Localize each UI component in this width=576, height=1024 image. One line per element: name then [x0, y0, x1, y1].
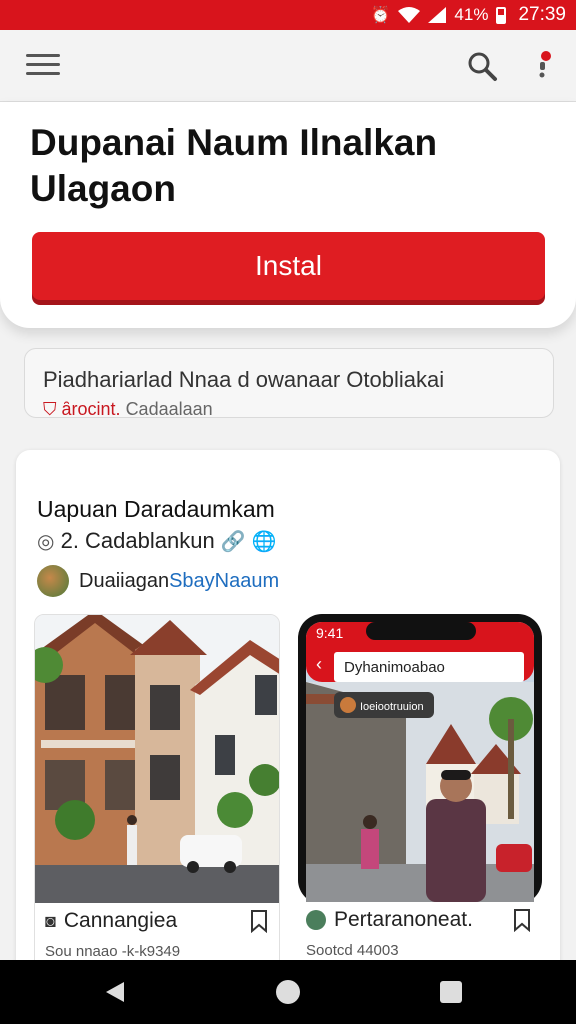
thumbnail-caption-row: Pertaranoneat.: [296, 900, 542, 940]
wifi-icon: [398, 7, 421, 23]
author-name-text: Duaiiagan: [79, 569, 170, 592]
author-suffix: SbayNaaum: [169, 569, 280, 592]
hero-card: Dupanai Naum Ilnalkan Ulagaon Instal: [0, 102, 576, 328]
thumbnail-card[interactable]: ◙ Cannangiea Sou nnaao -k-k9349: [34, 614, 280, 974]
author-row[interactable]: DuaiiaganSbayNaaum: [37, 564, 279, 598]
info-meta: ⛉ ȃrocint. Cadaalaan: [43, 399, 213, 420]
card-subtitle: ◎ 2. Cadablankun 🔗 🌐: [37, 528, 277, 554]
phone-back-icon: ‹: [316, 654, 322, 674]
recents-icon[interactable]: [440, 981, 462, 1003]
system-nav-bar: [0, 960, 576, 1024]
back-icon[interactable]: [104, 980, 126, 1004]
notification-icon[interactable]: [532, 48, 556, 82]
install-button[interactable]: Instal: [32, 232, 545, 300]
battery-percent: 41%: [454, 5, 489, 24]
thumbnail-meta: Sou nnaao -k-k9349: [45, 943, 181, 960]
signal-icon: [428, 7, 447, 23]
status-time: 27:39: [518, 4, 566, 25]
bookmark-icon[interactable]: [512, 908, 532, 932]
info-meta-value: Cadaalaan: [125, 399, 213, 419]
phone-mockup: 9:41 ‹ Dyhanimoabao Ioeiootruuion: [298, 614, 542, 904]
globe-icon: 🌐: [251, 531, 277, 553]
card-subtitle-text: 2. Cadablankun: [60, 528, 215, 553]
search-icon[interactable]: [466, 50, 498, 82]
home-icon[interactable]: [276, 980, 300, 1004]
link-icon: 🔗: [220, 531, 246, 553]
card-title: Uapuan Daradaumkam: [37, 496, 275, 522]
app-badge-icon: [306, 910, 326, 930]
app-title: Dupanai Naum Ilnalkan Ulagaon: [30, 122, 438, 209]
status-bar: ⏰ 41% 27:39: [0, 0, 576, 30]
thumbnail-caption-row: ◙ Cannangiea: [35, 901, 279, 941]
avatar: [37, 565, 69, 597]
thumbnail-card[interactable]: 9:41 ‹ Dyhanimoabao Ioeiootruuion Pertar…: [296, 614, 542, 974]
battery-icon: [496, 6, 507, 24]
thumbnail-caption: Pertaranoneat.: [334, 908, 473, 931]
bookmark-icon[interactable]: [249, 909, 269, 933]
content-card: Uapuan Daradaumkam ◎ 2. Cadablankun 🔗 🌐 …: [16, 450, 560, 980]
info-description: Piadhariarlad Nnaa d owanaar Otobliakai: [43, 367, 445, 392]
phone-time: 9:41: [316, 625, 343, 641]
phone-header-title: Dyhanimoabao: [344, 659, 445, 676]
info-meta-label: ȃrocint.: [61, 399, 121, 419]
thumbnail-meta: Sootcd 44003: [306, 942, 399, 959]
menu-icon[interactable]: [26, 54, 60, 78]
target-icon: ◎: [37, 531, 55, 553]
shield-icon: ⛉: [43, 399, 57, 419]
author-name: DuaiiaganSbayNaaum: [79, 570, 279, 593]
building-photo: [35, 615, 279, 903]
phone-tag: Ioeiootruuion: [360, 701, 424, 713]
app-bar: [0, 30, 576, 102]
thumbnail-caption: Cannangiea: [63, 909, 178, 932]
camera-icon: ◙: [45, 910, 56, 931]
info-box[interactable]: Piadhariarlad Nnaa d owanaar Otobliakai …: [24, 348, 554, 420]
alarm-icon: ⏰: [370, 7, 391, 24]
